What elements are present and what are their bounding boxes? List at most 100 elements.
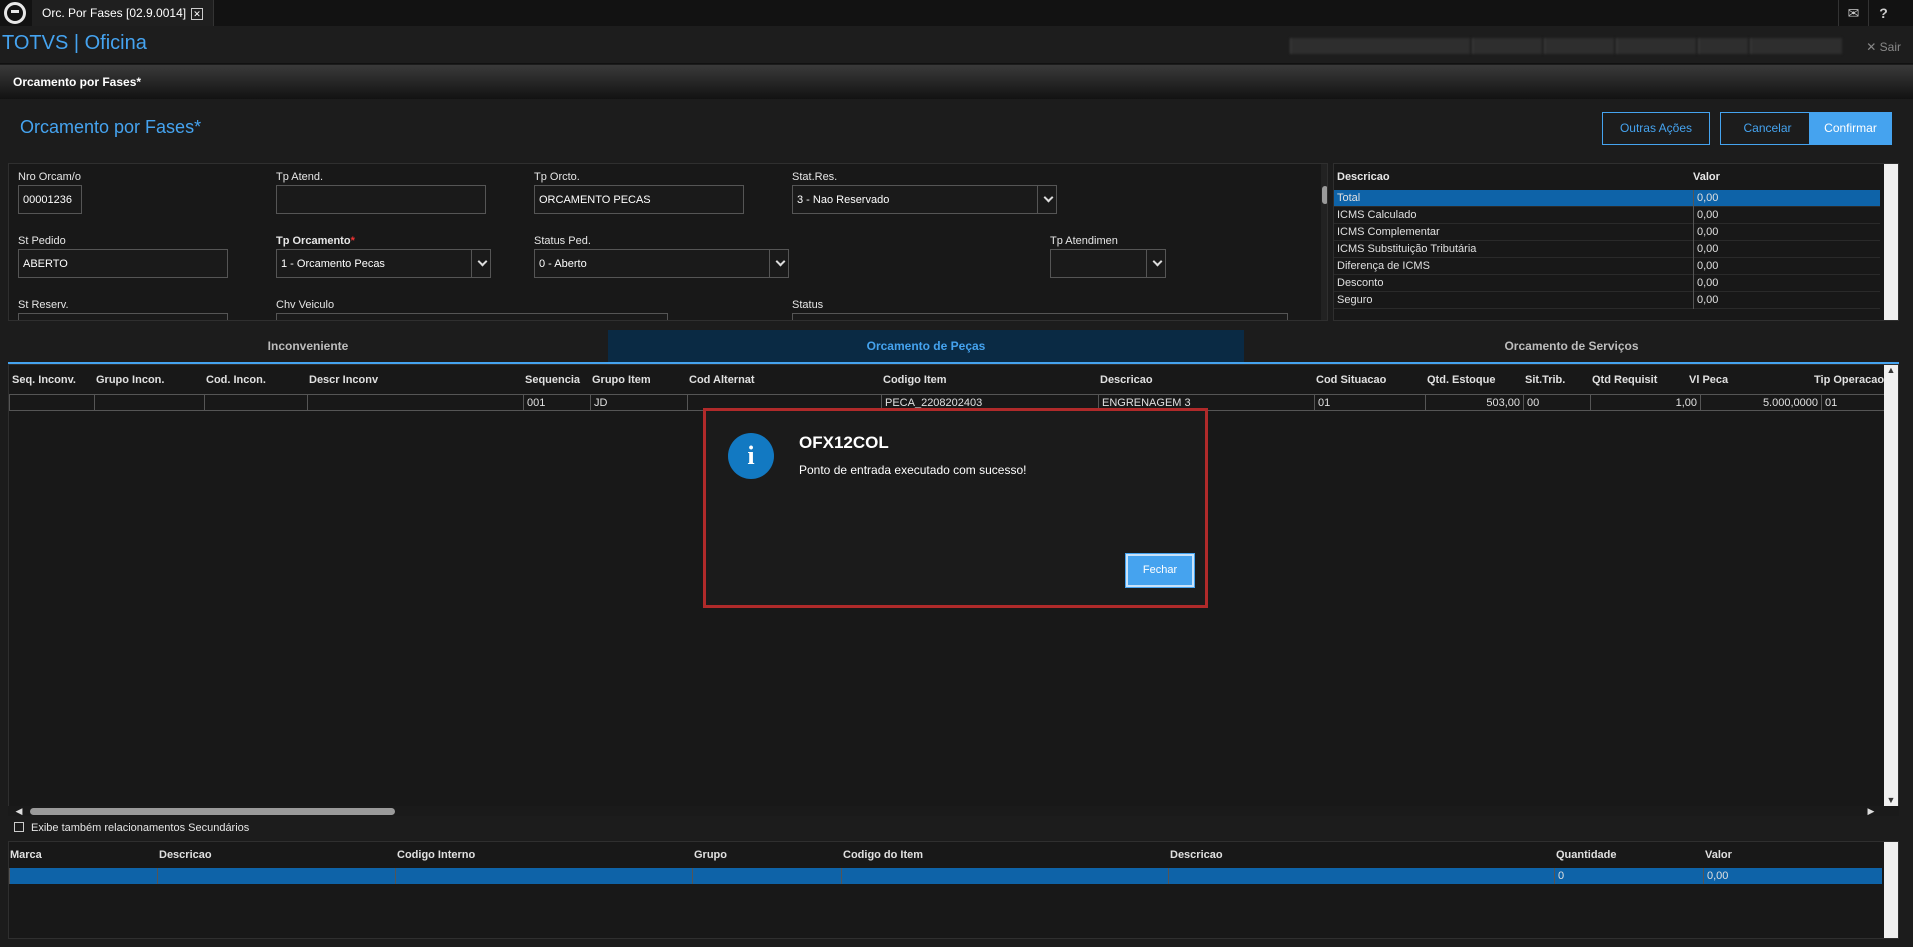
tp-orcto-field[interactable]: ORCAMENTO PECAS: [534, 185, 744, 214]
chevron-down-icon: [477, 256, 488, 267]
summary-desc: Seguro: [1337, 294, 1373, 306]
blurred-info: [1750, 38, 1842, 54]
tp-orcamento-select[interactable]: 1 - Orcamento Pecas: [276, 249, 491, 278]
checkbox[interactable]: [14, 822, 24, 832]
summary-row[interactable]: Seguro 0,00: [1334, 292, 1880, 309]
col-header: Seq. Inconv.: [12, 374, 76, 386]
tp-atendimen-label: Tp Atendimen: [1050, 235, 1118, 247]
col-header: Descr Inconv: [309, 374, 379, 386]
summary-row[interactable]: Total 0,00: [1334, 190, 1880, 207]
cancel-button[interactable]: Cancelar: [1720, 112, 1815, 145]
summary-desc: Total: [1337, 192, 1361, 204]
chevron-down-icon: [775, 256, 786, 267]
grid-vertical-scrollbar[interactable]: [1884, 365, 1898, 806]
summary-desc: ICMS Calculado: [1337, 209, 1417, 221]
chevron-down-icon: [1043, 192, 1054, 203]
col-header: Descricao: [159, 849, 212, 861]
app-brand: TOTVS | Oficina: [2, 32, 147, 54]
summary-row[interactable]: Desconto 0,00: [1334, 275, 1880, 292]
cell: 503,00: [1425, 394, 1523, 411]
summary-row[interactable]: ICMS Substituição Tributária 0,00: [1334, 241, 1880, 258]
close-icon: ✕: [1866, 40, 1877, 54]
col-header: Grupo: [694, 849, 727, 861]
scroll-thumb[interactable]: [30, 808, 395, 815]
summary-header-desc: Descricao: [1337, 171, 1390, 183]
cell: [1168, 868, 1554, 884]
cell: [204, 394, 307, 411]
tp-orcamento-label: Tp Orcamento*: [276, 235, 355, 247]
summary-row[interactable]: ICMS Complementar 0,00: [1334, 224, 1880, 241]
status-field[interactable]: [792, 313, 1288, 320]
chv-veiculo-field[interactable]: [276, 313, 668, 320]
relations-grid: Marca Descricao Codigo Interno Grupo Cod…: [8, 841, 1899, 939]
form-scrollbar[interactable]: [1321, 164, 1327, 320]
relations-scrollbar[interactable]: [1884, 842, 1898, 938]
cell: 0,00: [1703, 868, 1882, 884]
close-dialog-button[interactable]: Fechar: [1126, 554, 1194, 587]
tp-atendimen-select[interactable]: [1050, 249, 1166, 278]
tp-atend-label: Tp Atend.: [276, 171, 324, 183]
col-header: Valor: [1705, 849, 1732, 861]
blurred-info: [1290, 38, 1470, 54]
tab-orcamento-pecas[interactable]: Orcamento de Peças: [608, 330, 1244, 362]
st-pedido-field[interactable]: ABERTO: [18, 249, 228, 278]
tp-atend-field[interactable]: [276, 185, 486, 214]
col-header: Codigo Interno: [397, 849, 476, 861]
cell: 01: [1821, 394, 1884, 411]
confirm-button[interactable]: Confirmar: [1809, 112, 1892, 145]
secondary-relations-label: Exibe também relacionamentos Secundários: [31, 822, 250, 834]
close-tab-icon[interactable]: ✕: [191, 8, 204, 20]
dialog-title: OFX12COL: [799, 433, 889, 452]
scroll-right-icon[interactable]: ▶: [1864, 806, 1878, 817]
col-header: Cod. Incon.: [206, 374, 266, 386]
col-header: Cod Alternat: [689, 374, 755, 386]
help-icon[interactable]: ?: [1868, 0, 1898, 26]
col-header: Cod Situacao: [1316, 374, 1387, 386]
st-reserv-label: St Reserv.: [18, 299, 69, 311]
other-actions-button[interactable]: Outras Ações: [1602, 112, 1710, 145]
grid-horizontal-scrollbar[interactable]: ◀ ▶: [8, 806, 1899, 816]
mail-icon[interactable]: ✉: [1838, 0, 1868, 26]
scroll-up-icon[interactable]: ▲: [1884, 365, 1898, 375]
dialog-message: Ponto de entrada executado com sucesso!: [799, 463, 1027, 477]
col-header: Grupo Incon.: [96, 374, 165, 386]
col-header: Qtd Requisit: [1592, 374, 1658, 386]
col-header: Codigo do Item: [843, 849, 924, 861]
summary-row[interactable]: ICMS Calculado 0,00: [1334, 207, 1880, 224]
exit-button[interactable]: ✕ Sair: [1866, 40, 1901, 54]
summary-value: 0,00: [1693, 224, 1718, 241]
tab-inconveniente[interactable]: Inconveniente: [8, 330, 608, 362]
summary-scrollbar[interactable]: [1884, 164, 1898, 320]
summary-value: 0,00: [1693, 207, 1718, 224]
cell: [9, 394, 94, 411]
col-header: Descricao: [1100, 374, 1153, 386]
cell: [157, 868, 395, 884]
tab-bar: Inconveniente Orcamento de Peças Orcamen…: [8, 330, 1899, 364]
summary-row[interactable]: Diferença de ICMS 0,00: [1334, 258, 1880, 275]
header-form: Nro Orcam/o 00001236 Tp Atend. Tp Orcto.…: [8, 163, 1328, 321]
summary-value: 0,00: [1693, 275, 1718, 292]
tab-orc-por-fases[interactable]: Orc. Por Fases [02.9.0014] ✕: [32, 0, 215, 26]
summary-desc: ICMS Complementar: [1337, 226, 1440, 238]
col-header: Marca: [10, 849, 42, 861]
cell: 001: [523, 394, 590, 411]
status-ped-select[interactable]: 0 - Aberto: [534, 249, 789, 278]
stat-res-select[interactable]: 3 - Nao Reservado: [792, 185, 1057, 214]
top-bar: Orc. Por Fases [02.9.0014] ✕ ✉ ?: [0, 0, 1913, 26]
tp-orcto-label: Tp Orcto.: [534, 171, 580, 183]
nro-orcam-field[interactable]: 00001236: [18, 185, 82, 214]
table-row[interactable]: 0 0,00: [9, 868, 1882, 884]
blurred-info: [1472, 38, 1542, 54]
scroll-down-icon[interactable]: ▼: [1884, 795, 1898, 805]
col-header: Qtd. Estoque: [1427, 374, 1496, 386]
col-header: Descricao: [1170, 849, 1223, 861]
tp-orcamento-value: 1 - Orcamento Pecas: [281, 258, 385, 270]
required-marker: *: [350, 235, 355, 247]
st-reserv-field[interactable]: [18, 313, 228, 320]
secondary-relations-toggle[interactable]: Exibe também relacionamentos Secundários: [14, 822, 249, 834]
cell: [841, 868, 1168, 884]
scroll-thumb[interactable]: [1322, 186, 1327, 204]
totvs-logo-icon: [4, 2, 26, 24]
tab-orcamento-servicos[interactable]: Orcamento de Serviços: [1244, 330, 1899, 362]
scroll-left-icon[interactable]: ◀: [12, 806, 26, 817]
